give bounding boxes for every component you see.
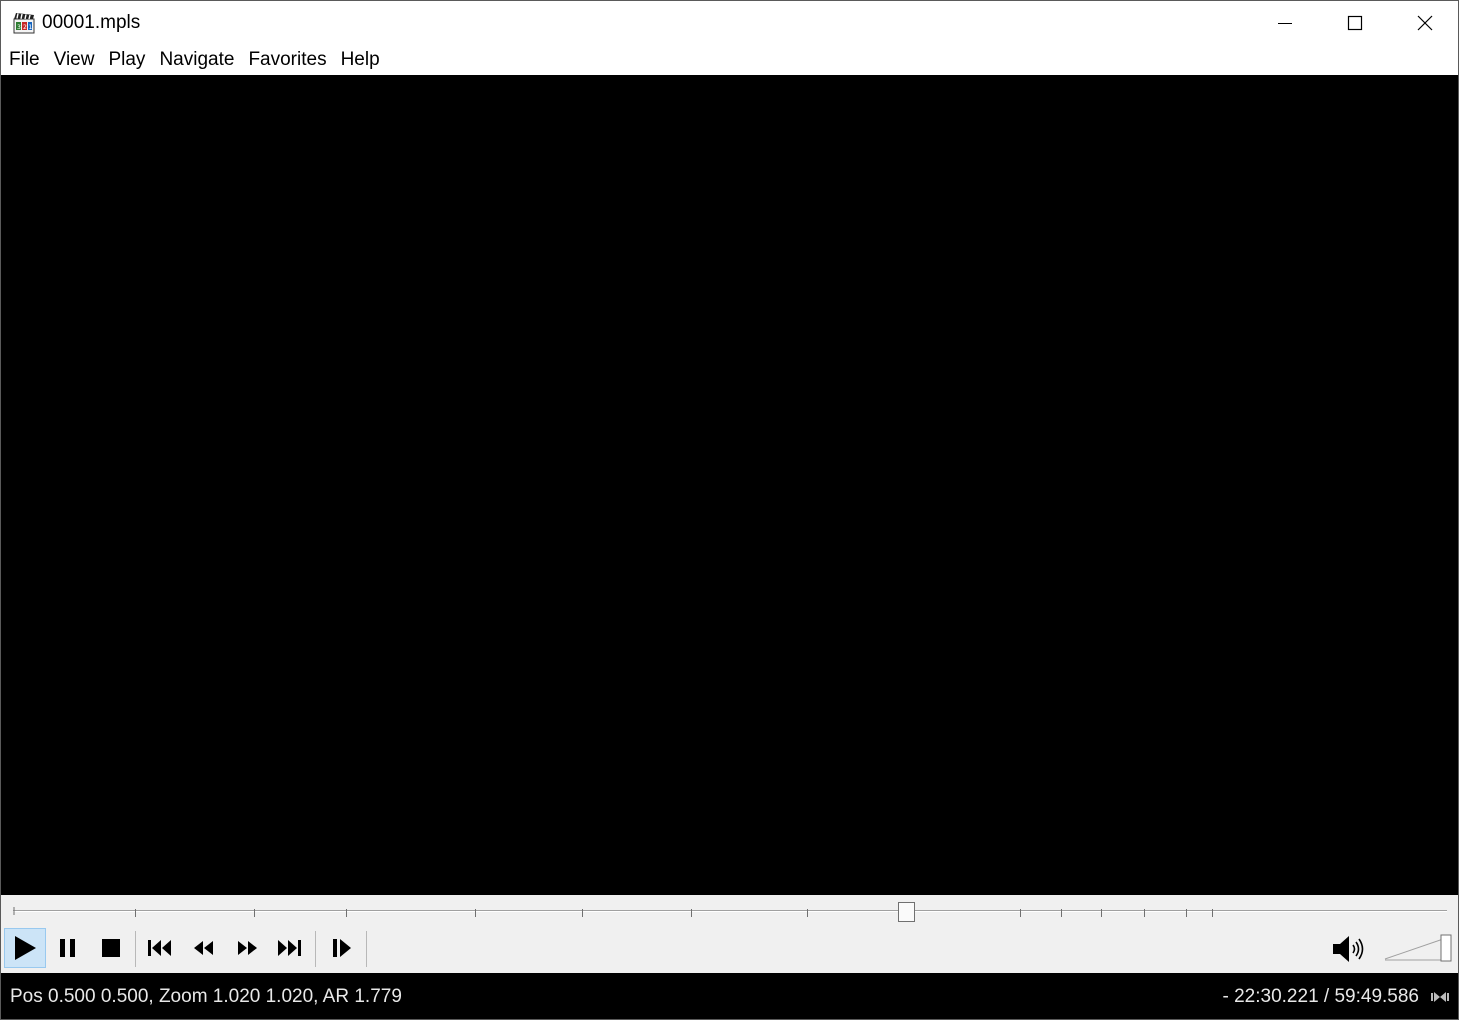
volume-slider[interactable]	[1383, 933, 1453, 963]
pause-button[interactable]	[47, 928, 89, 968]
playback-toolbar	[1, 925, 1458, 973]
menu-file[interactable]: File	[2, 45, 47, 75]
close-button[interactable]	[1390, 1, 1458, 45]
svg-text:2: 2	[23, 24, 27, 31]
status-info: Pos 0.500 0.500, Zoom 1.020 1.020, AR 1.…	[10, 986, 402, 1007]
frame-step-icon	[333, 939, 351, 957]
menu-bar: File View Play Navigate Favorites Help	[1, 45, 1458, 75]
menu-favorites[interactable]: Favorites	[241, 45, 333, 75]
play-icon	[15, 936, 36, 960]
maximize-icon	[1347, 15, 1363, 31]
fast-forward-icon	[238, 941, 257, 955]
play-button[interactable]	[4, 928, 46, 968]
menu-view[interactable]: View	[47, 45, 102, 75]
menu-play[interactable]: Play	[101, 45, 152, 75]
toolbar-separator	[315, 931, 316, 967]
stop-icon	[102, 939, 120, 957]
player-window: 3 2 1 00001.mpls File View Play Navigate	[0, 0, 1459, 1020]
seek-thumb[interactable]	[898, 902, 915, 922]
status-time[interactable]: - 22:30.221 / 59:49.586	[1223, 985, 1420, 1009]
stop-button[interactable]	[90, 928, 132, 968]
chapter-ticks	[13, 907, 1213, 917]
seek-bar[interactable]	[1, 895, 1458, 925]
toolbar-separator	[366, 931, 367, 967]
menu-help[interactable]: Help	[334, 45, 387, 75]
mpc-hc-clapper-icon: 3 2 1	[13, 13, 35, 34]
svg-text:1: 1	[29, 24, 33, 31]
volume-thumb[interactable]	[1440, 934, 1452, 962]
skip-back-icon	[148, 940, 171, 956]
speaker-icon[interactable]	[1331, 933, 1367, 965]
window-title: 00001.mpls	[42, 12, 141, 33]
menu-navigate[interactable]: Navigate	[152, 45, 241, 75]
video-area[interactable]	[1, 75, 1458, 895]
next-button[interactable]	[268, 928, 310, 968]
status-bar: Pos 0.500 0.500, Zoom 1.020 1.020, AR 1.…	[1, 973, 1458, 1019]
stream-status-icon	[1431, 992, 1449, 1002]
minimize-button[interactable]	[1250, 1, 1320, 45]
svg-text:3: 3	[17, 24, 21, 31]
skip-forward-icon	[278, 940, 301, 956]
minimize-icon	[1278, 23, 1292, 24]
previous-button[interactable]	[140, 928, 182, 968]
pause-icon	[60, 939, 75, 957]
fast-forward-button[interactable]	[226, 928, 268, 968]
title-bar[interactable]: 3 2 1 00001.mpls	[1, 1, 1458, 45]
frame-step-button[interactable]	[321, 928, 363, 968]
rewind-icon	[194, 941, 213, 955]
maximize-button[interactable]	[1320, 1, 1390, 45]
toolbar-separator	[135, 931, 136, 967]
close-icon	[1417, 15, 1433, 31]
rewind-button[interactable]	[183, 928, 225, 968]
